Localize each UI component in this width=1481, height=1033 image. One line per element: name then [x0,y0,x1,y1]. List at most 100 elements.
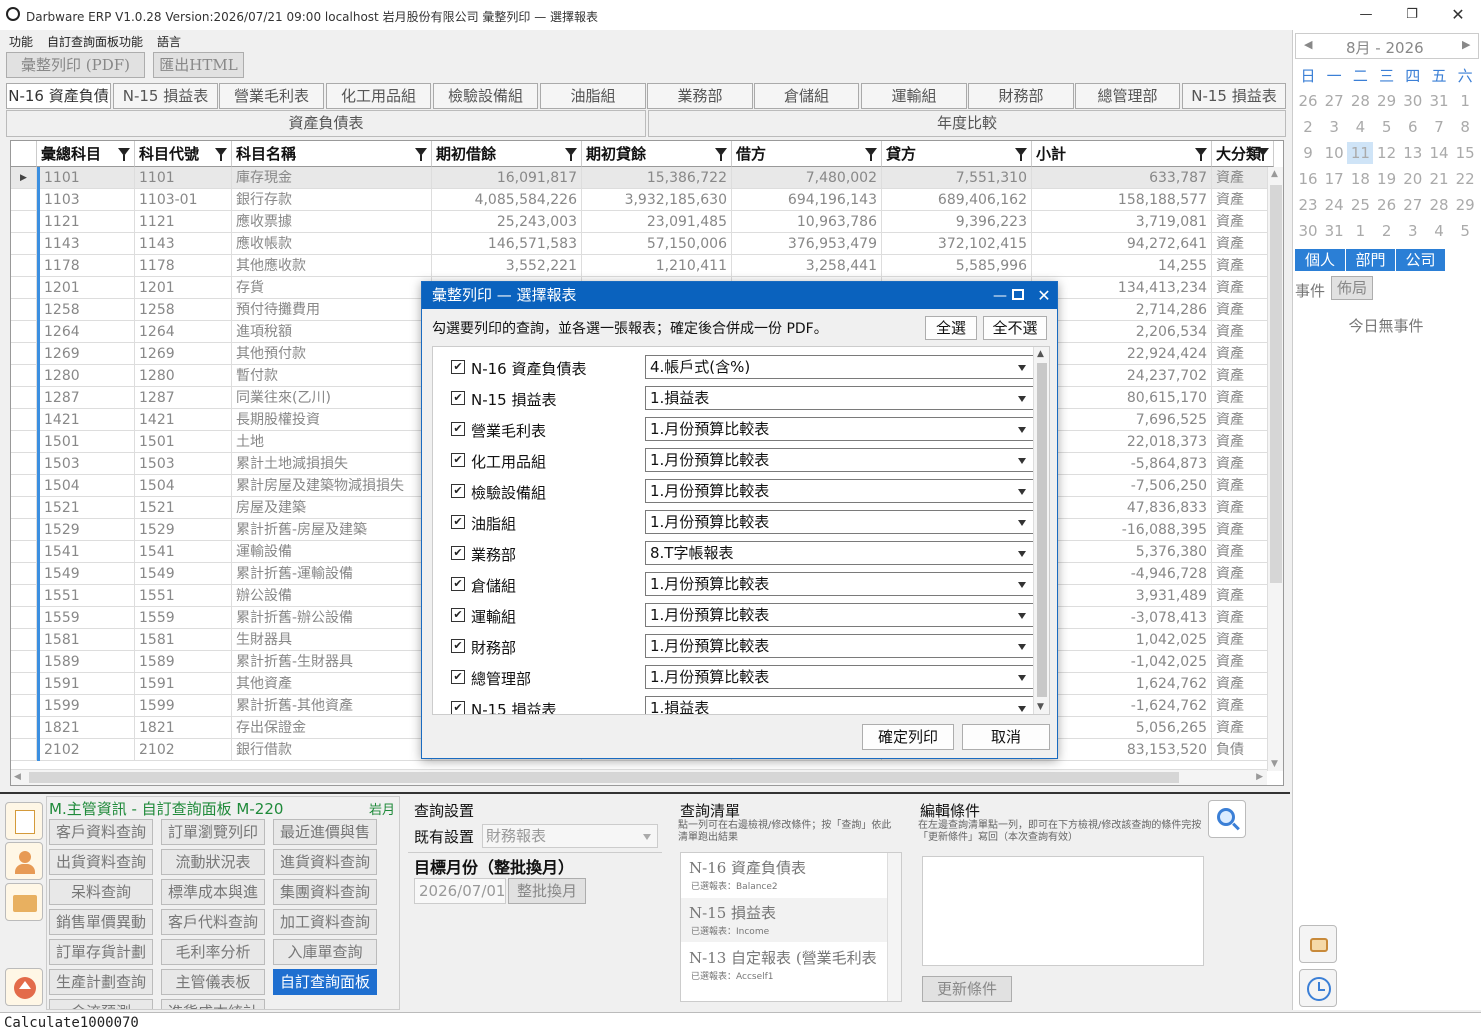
row-selector[interactable] [11,409,37,431]
report-checkbox[interactable]: ✔ [451,701,465,714]
calendar-day[interactable]: 13 [1400,142,1426,164]
confirm-print-button[interactable]: 確定列印 [862,724,954,750]
report-type-select[interactable]: 1.月份預算比較表 [645,634,1035,658]
dialog-minimize-icon[interactable]: — [990,284,1010,308]
row-selector[interactable] [11,739,37,761]
existing-settings-select[interactable]: 財務報表 [482,824,658,848]
calendar-day[interactable]: 3 [1400,220,1426,242]
calendar-day[interactable]: 12 [1374,142,1400,164]
report-checkbox[interactable]: ✔ [451,608,465,622]
tab-income-2[interactable]: N-15 損益表 [1182,83,1286,109]
report-checkbox[interactable]: ✔ [451,422,465,436]
query-panel-button[interactable]: 毛利率分析 [161,939,265,965]
row-selector[interactable] [11,453,37,475]
scroll-down-icon[interactable]: ▼ [1271,759,1278,769]
row-selector[interactable] [11,255,37,277]
calendar-day[interactable]: 5 [1452,220,1478,242]
row-selector[interactable] [11,563,37,585]
print-pdf-button[interactable]: 彙整列印 (PDF) [6,52,145,78]
calendar-day[interactable]: 2 [1295,116,1321,138]
calendar-day[interactable]: 29 [1452,194,1478,216]
dialog-close-icon[interactable]: ✕ [1034,284,1054,308]
layout-button[interactable]: 佈局 [1331,276,1373,300]
scope-company[interactable]: 公司 [1395,249,1445,271]
calendar-day[interactable]: 20 [1400,168,1426,190]
update-conditions-button[interactable]: 更新條件 [922,976,1012,1002]
calendar-day[interactable]: 19 [1374,168,1400,190]
row-selector[interactable] [11,519,37,541]
tab-income[interactable]: N-15 損益表 [113,83,218,109]
calendar-day[interactable]: 2 [1374,220,1400,242]
calendar-day[interactable]: 25 [1347,194,1373,216]
calendar-day[interactable]: 31 [1426,90,1452,112]
row-selector[interactable] [11,189,37,211]
calendar-day[interactable]: 18 [1347,168,1373,190]
report-type-select[interactable]: 1.損益表 [645,696,1035,714]
report-type-select[interactable]: 1.月份預算比較表 [645,510,1035,534]
calendar-day[interactable]: 1 [1347,220,1373,242]
calendar-day[interactable]: 27 [1400,194,1426,216]
report-type-select[interactable]: 4.帳戶式(含%) [645,355,1035,379]
select-none-button[interactable]: 全不選 [983,316,1047,340]
calendar-day[interactable]: 30 [1295,220,1321,242]
filter-icon[interactable] [215,148,227,161]
column-header[interactable]: 借方 [732,141,882,167]
dialog-list-vscroll[interactable]: ▲ ▼ [1033,347,1049,714]
column-header[interactable]: 大分類 [1212,141,1274,167]
tab-oil[interactable]: 油脂組 [540,83,646,109]
calendar-day[interactable]: 9 [1295,142,1321,164]
scope-department[interactable]: 部門 [1345,249,1395,271]
calendar-day[interactable]: 26 [1295,90,1321,112]
column-header[interactable]: 貸方 [882,141,1032,167]
grid-hscroll[interactable]: ◀ ▶ [11,769,1267,785]
change-month-button[interactable]: 整批換月 [508,878,586,904]
folder-icon[interactable] [5,883,43,921]
row-selector[interactable] [11,651,37,673]
row-selector[interactable] [11,717,37,739]
column-header[interactable]: 科目代號 [135,141,232,167]
filter-icon[interactable] [865,148,877,161]
report-checkbox[interactable]: ✔ [451,639,465,653]
filter-icon[interactable] [1257,148,1269,161]
scroll-up-icon[interactable]: ▲ [1037,349,1044,359]
report-type-select[interactable]: 1.損益表 [645,386,1035,410]
calendar-day[interactable]: 8 [1452,116,1478,138]
column-header[interactable]: 期初貸餘 [582,141,732,167]
row-selector[interactable] [11,343,37,365]
scope-personal[interactable]: 個人 [1295,249,1345,271]
query-panel-button[interactable]: 主管儀表板 [161,969,265,995]
row-selector[interactable] [11,497,37,519]
calendar-day[interactable]: 22 [1452,168,1478,190]
menu-custom-panel[interactable]: 自訂查詢面板功能 [47,33,143,50]
report-checkbox[interactable]: ✔ [451,360,465,374]
row-selector[interactable] [11,299,37,321]
query-panel-button[interactable]: 進貨資料查詢 [273,849,377,875]
report-type-select[interactable]: 1.月份預算比較表 [645,603,1035,627]
query-panel-button[interactable]: 進貨成本統計 [161,999,265,1009]
query-panel-button[interactable]: 呆料查詢 [49,879,153,905]
menu-function[interactable]: 功能 [9,33,33,50]
report-type-select[interactable]: 1.月份預算比較表 [645,572,1035,596]
select-all-button[interactable]: 全選 [925,316,977,340]
query-panel-button[interactable]: 加工資料查詢 [273,909,377,935]
calendar-day[interactable]: 17 [1321,168,1347,190]
grid-vscroll[interactable]: ▲ ▼ [1267,167,1283,771]
calendar-day[interactable]: 24 [1321,194,1347,216]
calendar-day[interactable]: 16 [1295,168,1321,190]
tab-general-mgmt[interactable]: 總管理部 [1075,83,1180,109]
scroll-right-icon[interactable]: ▶ [1256,772,1263,782]
calendar-day[interactable]: 10 [1321,142,1347,164]
menu-language[interactable]: 語言 [157,33,181,50]
report-checkbox[interactable]: ✔ [451,515,465,529]
row-selector[interactable] [11,475,37,497]
report-type-select[interactable]: 1.月份預算比較表 [645,479,1035,503]
query-panel-button[interactable]: 自訂查詢面板 [273,969,377,995]
tab-transport[interactable]: 運輸組 [861,83,967,109]
column-header[interactable]: 期初借餘 [432,141,582,167]
note-icon[interactable] [5,802,43,840]
report-checkbox[interactable]: ✔ [451,577,465,591]
report-checkbox[interactable]: ✔ [451,391,465,405]
user-badge-icon[interactable] [5,842,43,880]
filter-icon[interactable] [118,148,130,161]
report-checkbox[interactable]: ✔ [451,484,465,498]
